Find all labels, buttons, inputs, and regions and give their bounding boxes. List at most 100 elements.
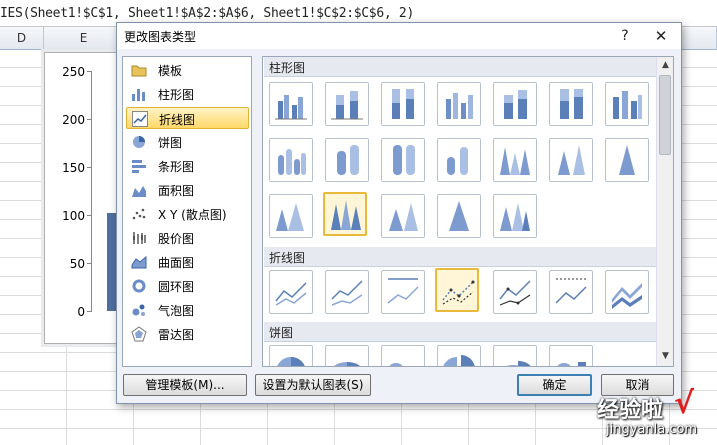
column-header[interactable] <box>680 27 717 49</box>
chart-thumb-line-with-markers[interactable] <box>435 268 479 312</box>
chart-thumb-stacked-line[interactable] <box>325 270 369 314</box>
chart-thumb-100-stacked-line-with-markers[interactable] <box>549 270 593 314</box>
scrollbar-thumb[interactable] <box>659 75 671 155</box>
y-tick-label: 150 <box>62 161 85 175</box>
chart-thumb-stacked-cylinder[interactable] <box>325 138 369 182</box>
section-label: 柱形图 <box>269 61 306 75</box>
y-tick <box>87 311 92 312</box>
chart-thumb-line[interactable] <box>269 270 313 314</box>
category-label: 气泡图 <box>158 304 195 318</box>
doughnut-chart-icon <box>132 279 146 293</box>
folder-icon <box>131 65 147 77</box>
chart-category-list: 模板 柱形图 折线图 饼图 条形图 面积图 X Y (散点图) 股价图 曲面图 … <box>122 56 252 367</box>
chart-thumb-3d-line[interactable] <box>605 270 649 314</box>
category-item-stock[interactable]: 股价图 <box>126 227 249 249</box>
section-header-column: 柱形图 <box>264 57 656 77</box>
line-chart-icon <box>132 111 148 127</box>
y-tick-label: 100 <box>62 209 85 223</box>
section-header-line: 折线图 <box>264 247 656 267</box>
scatter-chart-icon <box>132 208 146 220</box>
chart-thumb-clustered-cone[interactable] <box>493 138 537 182</box>
dialog-title: 更改图表类型 <box>124 30 197 44</box>
category-item-scatter[interactable]: X Y (散点图) <box>126 203 249 225</box>
category-item-line[interactable]: 折线图 <box>126 107 249 129</box>
close-button[interactable]: ✕ <box>649 26 673 46</box>
stock-chart-icon <box>133 232 146 244</box>
scroll-down-arrow-icon[interactable]: ▼ <box>660 351 671 362</box>
chart-thumb-pie[interactable] <box>269 345 313 366</box>
y-tick <box>87 119 92 120</box>
chart-thumb-3d-cone[interactable] <box>269 194 313 238</box>
category-label: 股价图 <box>158 232 195 246</box>
chart-thumb-exploded-pie[interactable] <box>437 345 481 366</box>
column-chart-icon <box>132 89 145 101</box>
category-label: 饼图 <box>158 136 183 150</box>
area-chart-icon <box>132 186 146 197</box>
chart-thumb-pie-of-pie[interactable] <box>381 345 425 366</box>
category-label: 面积图 <box>158 184 195 198</box>
chart-thumb-stacked-pyramid[interactable] <box>381 194 425 238</box>
change-chart-type-dialog: 更改图表类型 ? ✕ 模板 柱形图 折线图 饼图 条形图 面积图 X Y (散点… <box>116 22 682 404</box>
category-label: 曲面图 <box>158 256 195 270</box>
dialog-titlebar[interactable]: 更改图表类型 ? ✕ <box>117 23 681 49</box>
category-item-bubble[interactable]: 气泡图 <box>126 299 249 321</box>
chart-thumb-clustered-column[interactable] <box>269 82 313 126</box>
chart-thumb-stacked-cone[interactable] <box>549 138 593 182</box>
embedded-chart[interactable]: 250 200 150 100 50 0 <box>44 52 126 344</box>
category-item-doughnut[interactable]: 圆环图 <box>126 275 249 297</box>
chart-thumb-stacked-line-with-markers[interactable] <box>493 270 537 314</box>
chart-thumb-100-stacked-column[interactable] <box>381 82 425 126</box>
watermark-text: 经验啦 <box>597 398 664 423</box>
y-tick-label: 200 <box>62 113 85 127</box>
chart-thumb-100-stacked-pyramid[interactable] <box>437 194 481 238</box>
scroll-up-arrow-icon[interactable]: ▲ <box>660 60 671 71</box>
column-header-d[interactable]: D <box>0 27 44 49</box>
formula-text: IES(Sheet1!$C$1, Sheet1!$A$2:$A$6, Sheet… <box>0 6 414 21</box>
y-tick-label: 250 <box>62 65 85 79</box>
radar-chart-icon <box>131 326 147 342</box>
chart-thumb-3d-pie[interactable] <box>325 345 369 366</box>
manage-templates-button[interactable]: 管理模板(M)... <box>123 374 247 396</box>
category-label: 柱形图 <box>158 88 195 102</box>
category-item-area[interactable]: 面积图 <box>126 179 249 201</box>
chart-thumb-3d-stacked-column[interactable] <box>493 82 537 126</box>
chart-thumb-100-stacked-cylinder[interactable] <box>381 138 425 182</box>
y-tick <box>87 263 92 264</box>
category-item-surface[interactable]: 曲面图 <box>126 251 249 273</box>
category-item-bar[interactable]: 条形图 <box>126 155 249 177</box>
set-default-chart-button[interactable]: 设置为默认图表(S) <box>255 374 371 396</box>
chart-thumb-3d-clustered-column[interactable] <box>437 82 481 126</box>
chart-thumb-exploded-3d-pie[interactable] <box>493 345 537 366</box>
chart-thumb-100-stacked-cone[interactable] <box>605 138 649 182</box>
column-header-e[interactable]: E <box>44 27 124 49</box>
category-label: 条形图 <box>158 160 195 174</box>
category-item-column[interactable]: 柱形图 <box>126 83 249 105</box>
section-header-pie: 饼图 <box>264 322 656 342</box>
section-label: 折线图 <box>269 251 306 265</box>
category-label: 圆环图 <box>158 280 195 294</box>
chart-thumb-bar-of-pie[interactable] <box>549 345 593 366</box>
surface-chart-icon <box>131 255 147 269</box>
chart-thumb-3d-column[interactable] <box>605 82 649 126</box>
chart-thumb-100-stacked-line[interactable] <box>381 270 425 314</box>
help-button[interactable]: ? <box>615 26 635 46</box>
category-item-radar[interactable]: 雷达图 <box>126 323 249 345</box>
gallery-scrollbar[interactable]: ▲ ▼ <box>656 57 673 366</box>
category-label: 雷达图 <box>158 328 195 342</box>
chart-thumb-stacked-column[interactable] <box>325 82 369 126</box>
chart-thumb-clustered-cylinder[interactable] <box>269 138 313 182</box>
chart-thumb-3d-100-stacked-column[interactable] <box>549 82 593 126</box>
chart-thumb-3d-pyramid[interactable] <box>493 194 537 238</box>
category-label: 模板 <box>158 64 183 78</box>
ok-button[interactable]: 确定 <box>517 374 592 396</box>
y-tick <box>87 167 92 168</box>
watermark-url: jingyanla.com <box>606 422 698 437</box>
chart-type-gallery: 柱形图 折线图 饼图 ▲ ▼ <box>262 56 674 367</box>
category-item-pie[interactable]: 饼图 <box>126 131 249 153</box>
section-label: 饼图 <box>269 326 294 340</box>
category-item-template[interactable]: 模板 <box>126 59 249 81</box>
y-axis <box>91 71 92 311</box>
chart-thumb-clustered-pyramid[interactable] <box>323 192 367 236</box>
chart-thumb-3d-cylinder[interactable] <box>437 138 481 182</box>
y-tick-label: 0 <box>77 305 85 319</box>
